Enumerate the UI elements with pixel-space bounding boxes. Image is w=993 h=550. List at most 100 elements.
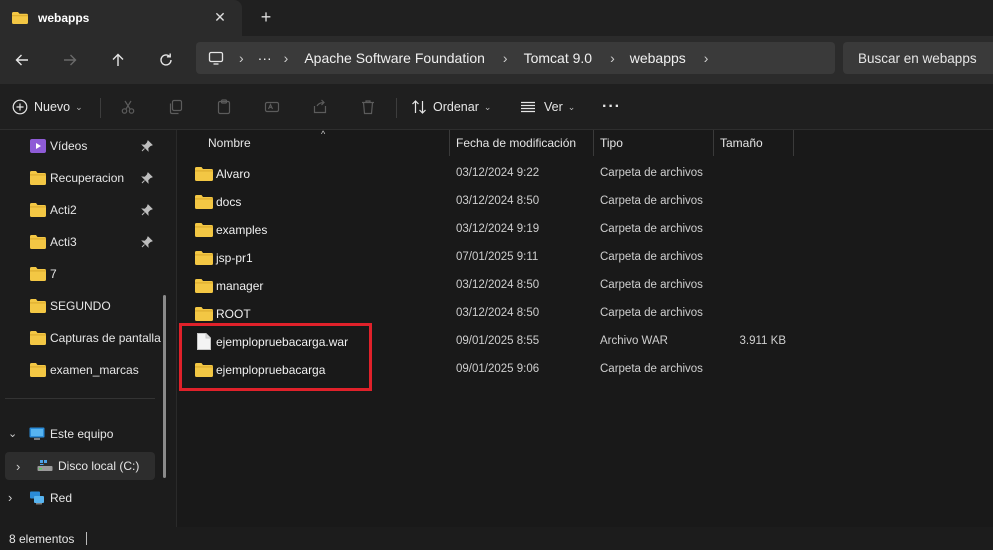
view-button[interactable]: Ver ⌄ bbox=[520, 95, 575, 119]
column-header-modified[interactable]: Fecha de modificación bbox=[456, 130, 576, 156]
sidebar-item-acti3[interactable]: Acti3 bbox=[0, 228, 160, 256]
arrow-right-icon bbox=[64, 54, 77, 66]
sort-ascending-icon: ^ bbox=[321, 129, 326, 139]
tab-webapps[interactable]: webapps ✕ bbox=[0, 0, 242, 36]
folder-icon bbox=[195, 279, 213, 293]
breadcrumb-apache[interactable]: Apache Software Foundation bbox=[304, 50, 485, 66]
chevron-right-icon[interactable]: › bbox=[8, 490, 12, 505]
drive-icon bbox=[37, 460, 53, 471]
sidebar-item-label: Acti3 bbox=[50, 235, 77, 249]
sidebar-item-label: SEGUNDO bbox=[50, 299, 111, 313]
arrow-left-icon bbox=[15, 54, 28, 66]
breadcrumb-chevron: › bbox=[283, 50, 289, 66]
pin-icon[interactable] bbox=[141, 204, 153, 216]
status-bar: 8 elementos bbox=[0, 527, 993, 550]
forward-button[interactable] bbox=[56, 46, 84, 74]
navigation-pane: Vídeos Recuperacion Acti2 Acti3 7 SEGUND… bbox=[0, 130, 176, 527]
breadcrumb-chevron: › bbox=[610, 50, 615, 66]
sidebar-item-recuperacion[interactable]: Recuperacion bbox=[0, 164, 160, 192]
file-name: manager bbox=[216, 279, 264, 293]
file-date: 03/12/2024 8:50 bbox=[456, 279, 540, 291]
file-date: 03/12/2024 9:22 bbox=[456, 167, 540, 179]
column-divider[interactable] bbox=[793, 130, 794, 156]
sort-label: Ordenar bbox=[433, 100, 479, 114]
file-date: 07/01/2025 9:11 bbox=[456, 251, 539, 263]
column-divider[interactable] bbox=[593, 130, 594, 156]
column-divider[interactable] bbox=[449, 130, 450, 156]
copy-button[interactable] bbox=[168, 95, 184, 119]
title-bar: webapps ✕ + bbox=[0, 0, 993, 36]
highlight-annotation-box bbox=[179, 323, 372, 391]
sidebar-item-videos[interactable]: Vídeos bbox=[0, 132, 160, 160]
file-name: jsp-pr1 bbox=[216, 251, 253, 265]
sidebar-divider bbox=[5, 398, 155, 399]
delete-button[interactable] bbox=[360, 95, 376, 119]
breadcrumb-chevron: › bbox=[502, 50, 508, 66]
column-header-size[interactable]: Tamaño bbox=[720, 130, 763, 156]
file-row-alvaro[interactable]: Alvaro 03/12/2024 9:22 Carpeta de archiv… bbox=[177, 160, 993, 188]
sidebar-item-this-pc[interactable]: ⌄ Este equipo bbox=[0, 420, 160, 448]
view-list-icon bbox=[521, 101, 535, 113]
chevron-down-icon[interactable]: ⌄ bbox=[8, 427, 17, 440]
file-type: Archivo WAR bbox=[600, 335, 668, 347]
column-header-type[interactable]: Tipo bbox=[600, 130, 623, 156]
rename-icon bbox=[264, 101, 280, 113]
refresh-button[interactable] bbox=[152, 46, 180, 74]
breadcrumb-chevron: › bbox=[239, 50, 244, 66]
folder-icon bbox=[195, 167, 213, 181]
back-button[interactable] bbox=[8, 46, 36, 74]
column-divider[interactable] bbox=[713, 130, 714, 156]
search-input[interactable]: Buscar en webapps bbox=[843, 42, 993, 74]
sidebar-item-capturas[interactable]: Capturas de pantalla bbox=[0, 324, 161, 352]
file-type: Carpeta de archivos bbox=[600, 167, 703, 179]
cut-button[interactable] bbox=[120, 95, 136, 119]
breadcrumb-webapps[interactable]: webapps bbox=[630, 50, 686, 66]
chevron-right-icon[interactable]: › bbox=[16, 459, 20, 474]
rename-button[interactable] bbox=[264, 95, 280, 119]
file-date: 09/01/2025 8:55 bbox=[456, 335, 540, 347]
file-row-examples[interactable]: examples 03/12/2024 9:19 Carpeta de arch… bbox=[177, 216, 993, 244]
file-row-docs[interactable]: docs 03/12/2024 8:50 Carpeta de archivos bbox=[177, 188, 993, 216]
arrow-up-icon bbox=[112, 53, 124, 66]
file-type: Carpeta de archivos bbox=[600, 363, 703, 375]
file-row-jsp-pr1[interactable]: jsp-pr1 07/01/2025 9:11 Carpeta de archi… bbox=[177, 244, 993, 272]
pin-icon[interactable] bbox=[141, 172, 153, 184]
sidebar-item-acti2[interactable]: Acti2 bbox=[0, 196, 160, 224]
address-bar[interactable]: › ··· › Apache Software Foundation › Tom… bbox=[196, 42, 835, 74]
new-label: Nuevo bbox=[34, 100, 71, 114]
breadcrumb-chevron[interactable]: › bbox=[704, 50, 709, 66]
new-tab-button[interactable]: + bbox=[256, 7, 276, 27]
file-type: Carpeta de archivos bbox=[600, 251, 703, 263]
plus-circle-icon bbox=[12, 99, 28, 115]
refresh-icon bbox=[160, 53, 172, 66]
sidebar-item-local-disk[interactable]: › Disco local (C:) bbox=[5, 452, 155, 480]
sort-button[interactable]: Ordenar ⌄ bbox=[411, 95, 491, 119]
pin-icon[interactable] bbox=[141, 140, 153, 152]
file-date: 03/12/2024 8:50 bbox=[456, 307, 540, 319]
sidebar-scrollbar[interactable] bbox=[163, 295, 166, 478]
column-header-name[interactable]: Nombre bbox=[208, 130, 251, 156]
close-tab-icon[interactable]: ✕ bbox=[212, 9, 228, 25]
sidebar-item-label: Disco local (C:) bbox=[58, 459, 140, 473]
breadcrumb-tomcat[interactable]: Tomcat 9.0 bbox=[524, 50, 592, 66]
file-row-manager[interactable]: manager 03/12/2024 8:50 Carpeta de archi… bbox=[177, 272, 993, 300]
copy-icon bbox=[169, 99, 183, 115]
divider bbox=[100, 98, 101, 118]
sidebar-item-7[interactable]: 7 bbox=[0, 260, 160, 288]
scissors-icon bbox=[121, 100, 135, 114]
clipboard-icon bbox=[217, 99, 231, 115]
folder-icon bbox=[195, 307, 213, 321]
sidebar-item-network[interactable]: › Red bbox=[0, 484, 160, 512]
chevron-down-icon: ⌄ bbox=[483, 101, 492, 112]
share-button[interactable] bbox=[312, 95, 328, 119]
sidebar-item-examen-marcas[interactable]: examen_marcas bbox=[0, 356, 160, 384]
sidebar-item-segundo[interactable]: SEGUNDO bbox=[0, 292, 160, 320]
folder-icon bbox=[12, 12, 28, 24]
up-button[interactable] bbox=[104, 46, 132, 74]
paste-button[interactable] bbox=[216, 95, 232, 119]
more-options-button[interactable]: ··· bbox=[602, 95, 621, 119]
new-button[interactable]: Nuevo ⌄ bbox=[12, 95, 83, 119]
breadcrumb-more[interactable]: ··· bbox=[258, 50, 272, 66]
sidebar-item-label: Vídeos bbox=[50, 139, 88, 153]
pin-icon[interactable] bbox=[141, 236, 153, 248]
